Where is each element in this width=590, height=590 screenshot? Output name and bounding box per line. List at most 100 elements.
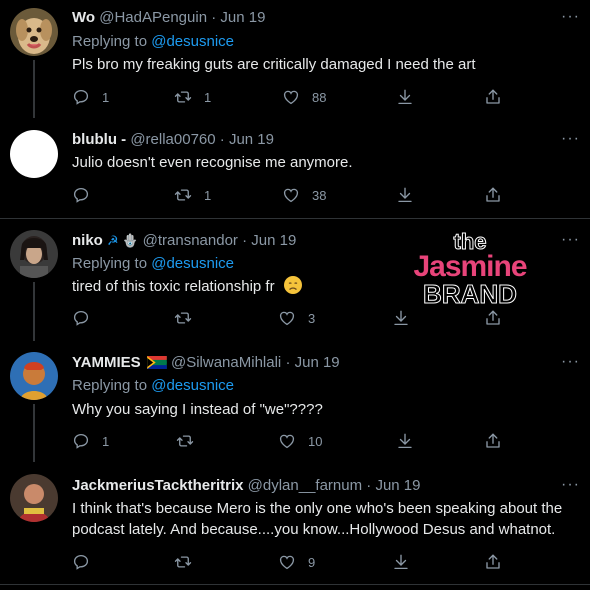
tweet-text: Julio doesn't even recognise me anymore.	[72, 154, 353, 171]
display-name[interactable]: niko	[72, 232, 103, 249]
retweet-button[interactable]	[176, 432, 194, 450]
heart-icon	[282, 88, 300, 106]
like-count: 3	[308, 310, 316, 326]
like-button[interactable]: 3	[278, 309, 315, 327]
retweet-icon	[174, 553, 192, 571]
retweet-button[interactable]: 1	[174, 88, 211, 106]
upload-button[interactable]	[484, 553, 502, 571]
display-name[interactable]: Wo	[72, 9, 95, 26]
more-options-icon[interactable]: ···	[561, 353, 580, 371]
replying-to-handle[interactable]: @desusnice	[151, 33, 234, 50]
replying-to-handle[interactable]: @desusnice	[151, 377, 234, 394]
disappointed-face-icon	[283, 276, 302, 294]
reply-button[interactable]: 1	[72, 88, 109, 106]
share-icon	[396, 432, 414, 450]
retweet-count: 1	[204, 187, 212, 203]
reply-icon	[72, 186, 90, 204]
reply-count: 1	[102, 89, 110, 105]
watermark-logo: the Jasmine BRAND	[405, 229, 535, 309]
share-button[interactable]	[392, 553, 410, 571]
reply-icon	[72, 432, 90, 450]
thread-line	[33, 404, 35, 462]
avatar[interactable]	[10, 474, 58, 522]
tweet-text: Pls bro my freaking guts are critically …	[72, 56, 476, 73]
handle[interactable]: @SilwanaMihlali	[171, 354, 281, 371]
share-button[interactable]	[396, 186, 414, 204]
display-name[interactable]: YAMMIES	[72, 354, 141, 371]
handle[interactable]: @rella00760	[130, 131, 215, 148]
like-count: 38	[312, 187, 327, 203]
retweet-button[interactable]	[174, 309, 192, 327]
handle[interactable]: @HadAPenguin	[99, 9, 207, 26]
replying-to: Replying to @desusnice	[72, 376, 234, 396]
more-options-icon[interactable]: ···	[561, 476, 580, 494]
tweet-header: YAMMIES @SilwanaMihlali · Jun 19	[72, 353, 340, 373]
like-count: 10	[308, 433, 323, 449]
retweet-icon	[174, 186, 192, 204]
reply-button[interactable]	[72, 553, 90, 571]
timestamp[interactable]: · Jun 19	[285, 354, 339, 371]
display-name[interactable]: blublu -	[72, 131, 126, 148]
reply-button[interactable]	[72, 186, 90, 204]
tweet-feed: Wo @HadAPenguin · Jun 19 ··· Replying to…	[0, 0, 590, 590]
handle[interactable]: @dylan__farnum	[248, 477, 362, 494]
heart-icon	[278, 309, 296, 327]
like-count: 88	[312, 89, 327, 105]
share-button[interactable]	[396, 88, 414, 106]
action-bar: 9	[72, 553, 512, 573]
replying-to-handle[interactable]: @desusnice	[151, 255, 234, 272]
replying-to: Replying to @desusnice	[72, 32, 234, 52]
more-options-icon[interactable]: ···	[561, 231, 580, 249]
upload-button[interactable]	[484, 432, 502, 450]
watermark-line-1: the	[453, 229, 487, 254]
upload-icon	[484, 186, 502, 204]
retweet-button[interactable]	[174, 553, 192, 571]
share-button[interactable]	[396, 432, 414, 450]
watermark-line-2: Jasmine	[413, 250, 527, 283]
tweet-4[interactable]: YAMMIES @SilwanaMihlali · Jun 19 ··· Rep…	[0, 341, 590, 462]
tweet-text: I think that's because Mero is the only …	[72, 500, 563, 538]
tweet-5[interactable]: JackmeriusTacktheritrix @dylan__farnum ·…	[0, 462, 590, 584]
avatar[interactable]	[10, 352, 58, 400]
like-button[interactable]: 9	[278, 553, 315, 571]
tweet-header: JackmeriusTacktheritrix @dylan__farnum ·…	[72, 476, 421, 496]
display-name[interactable]: JackmeriusTacktheritrix	[72, 477, 243, 494]
share-button[interactable]	[392, 309, 410, 327]
retweet-icon	[174, 309, 192, 327]
reply-button[interactable]	[72, 309, 90, 327]
reply-count: 1	[102, 433, 110, 449]
replying-to-label: Replying to	[72, 255, 148, 272]
retweet-icon	[174, 88, 192, 106]
tweet-1[interactable]: Wo @HadAPenguin · Jun 19 ··· Replying to…	[0, 0, 590, 118]
timestamp[interactable]: · Jun 19	[220, 131, 274, 148]
avatar[interactable]	[10, 130, 58, 178]
share-icon	[392, 553, 410, 571]
more-options-icon[interactable]: ···	[561, 130, 580, 148]
upload-button[interactable]	[484, 88, 502, 106]
action-bar: 1 1 88	[72, 88, 512, 108]
more-options-icon[interactable]: ···	[561, 8, 580, 26]
action-bar: 3	[72, 309, 512, 329]
timestamp[interactable]: · Jun 19	[366, 477, 420, 494]
retweet-count: 1	[204, 89, 212, 105]
upload-button[interactable]	[484, 186, 502, 204]
like-button[interactable]: 38	[282, 186, 326, 204]
heart-icon	[278, 553, 296, 571]
retweet-button[interactable]: 1	[174, 186, 211, 204]
timestamp[interactable]: · Jun 19	[211, 9, 265, 26]
tweet-2[interactable]: blublu - @rella00760 · Jun 19 ··· Julio …	[0, 118, 590, 218]
upload-button[interactable]	[484, 309, 502, 327]
timestamp[interactable]: · Jun 19	[242, 232, 296, 249]
heart-icon	[278, 432, 296, 450]
tweet-header: blublu - @rella00760 · Jun 19	[72, 130, 274, 150]
like-button[interactable]: 10	[278, 432, 322, 450]
avatar[interactable]	[10, 8, 58, 56]
upload-icon	[484, 88, 502, 106]
handle[interactable]: @transnandor	[143, 232, 238, 249]
replying-to-label: Replying to	[72, 33, 148, 50]
avatar[interactable]	[10, 230, 58, 278]
reply-button[interactable]: 1	[72, 432, 109, 450]
person-avatar-icon	[10, 230, 58, 278]
watermark-line-3: BRAND	[423, 279, 518, 309]
like-button[interactable]: 88	[282, 88, 326, 106]
